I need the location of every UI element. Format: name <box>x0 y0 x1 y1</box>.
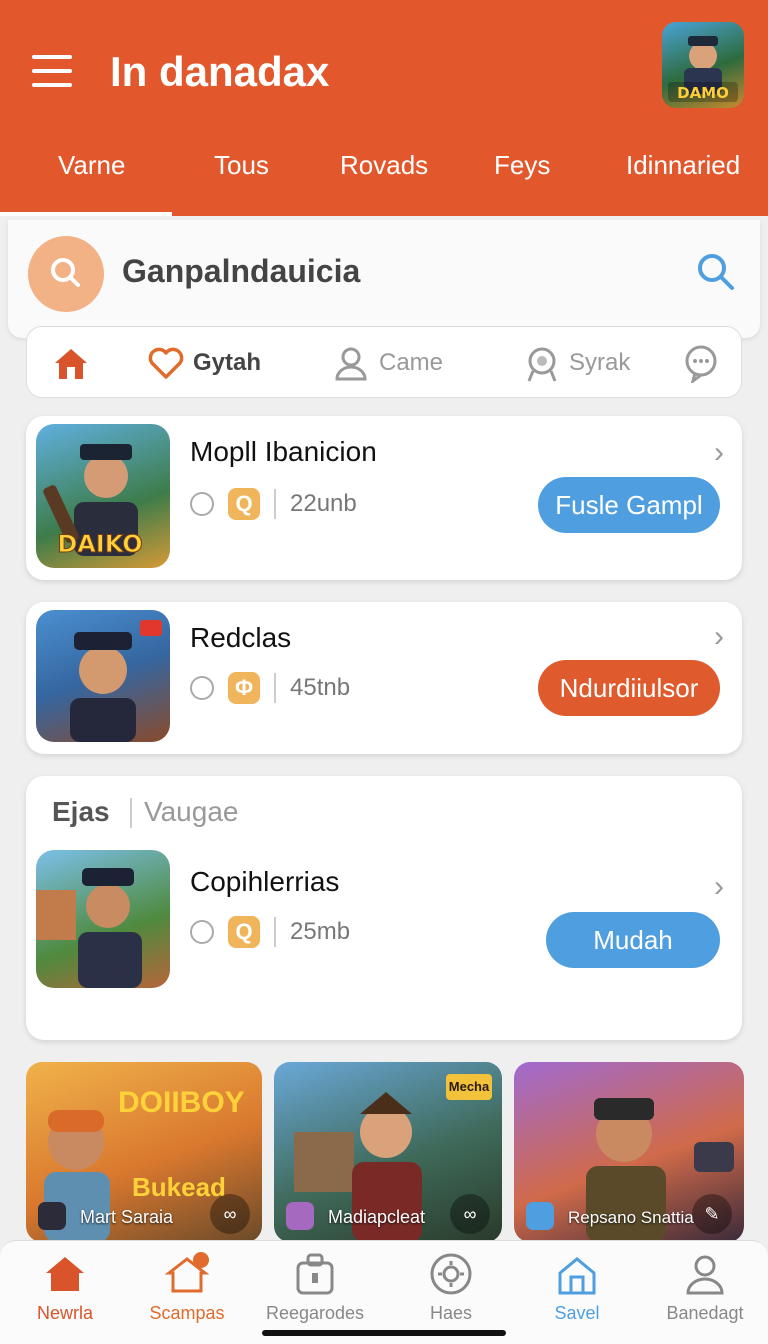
nav-haes[interactable]: Haes <box>386 1251 516 1324</box>
link-icon[interactable]: ∞ <box>450 1194 490 1234</box>
menu-icon[interactable] <box>32 55 72 87</box>
save-icon <box>554 1251 600 1297</box>
gear-icon <box>428 1251 474 1297</box>
app-badge-icon: Φ <box>228 672 260 704</box>
promo-logo: DOIIBOY <box>118 1086 245 1119</box>
app-size: 45tnb <box>290 674 351 701</box>
promo-avatar-icon <box>38 1202 66 1230</box>
promo-logo: Mecha <box>446 1074 492 1100</box>
category-bar: Gytah Came Syrak <box>26 326 742 398</box>
app-meta: Φ 45tnb <box>190 670 350 706</box>
profile-icon <box>682 1251 728 1297</box>
chevron-right-icon[interactable]: › <box>714 870 724 904</box>
app-meta: Q 22unb <box>190 486 357 522</box>
nav-label: Savel <box>554 1303 600 1323</box>
category-home[interactable] <box>51 343 99 383</box>
app-thumbnail: DAIKO <box>36 424 170 568</box>
home-icon <box>55 349 87 379</box>
nav-label: Newrla <box>36 1303 93 1323</box>
app-size: 22unb <box>290 490 357 517</box>
category-came[interactable]: Came <box>331 343 443 383</box>
promo-label: Mart Saraia <box>80 1207 174 1227</box>
app-size: 25mb <box>290 918 351 945</box>
app-meta: Q 25mb <box>190 914 350 950</box>
section-card: Ejas Vaugae Copihlerrias Q 25mb › Mudah <box>26 776 742 1040</box>
chat-icon <box>685 345 717 383</box>
nav-label: Scampas <box>149 1303 225 1323</box>
tab-rovads[interactable]: Rovads <box>340 150 428 181</box>
open-button[interactable]: Mudah <box>546 912 720 968</box>
home-icon <box>42 1251 88 1297</box>
app-thumbnail <box>36 610 170 742</box>
section-subtitle[interactable]: Vaugae <box>144 796 238 828</box>
category-syrak[interactable]: Syrak <box>523 343 630 383</box>
category-chat[interactable] <box>681 343 729 383</box>
chevron-right-icon[interactable]: › <box>714 620 724 654</box>
bottom-nav: Newrla Scampas Reegarodes Haes Savel Ban… <box>0 1240 768 1344</box>
user-icon <box>335 347 367 381</box>
promo-label: Repsano Snattia <box>568 1208 694 1227</box>
avatar-logo: DAMO <box>677 84 729 102</box>
promo-logo-sub: Bukead <box>132 1172 226 1202</box>
badge-icon <box>527 347 557 382</box>
app-card[interactable]: Redclas Φ 45tnb › Ndurdiiulsor <box>26 602 742 754</box>
heart-icon <box>148 347 184 379</box>
nav-label: Reegarodes <box>265 1303 365 1323</box>
edit-icon[interactable]: ✎ <box>692 1194 732 1234</box>
search-icon[interactable] <box>694 250 738 294</box>
category-label: Gytah <box>193 349 262 376</box>
tab-varne[interactable]: Varne <box>58 150 125 181</box>
update-button[interactable]: Ndurdiiulsor <box>538 660 720 716</box>
heart-badge-icon <box>526 1202 554 1230</box>
tab-bar: Varne Tous Rovads Feys Idinnaried <box>0 150 768 216</box>
radio-icon[interactable] <box>190 676 214 700</box>
chevron-right-icon[interactable]: › <box>714 436 724 470</box>
divider <box>274 489 276 519</box>
home-indicator[interactable] <box>262 1330 506 1336</box>
app-logo: DAIKO <box>57 530 142 558</box>
tab-feys[interactable]: Feys <box>494 150 550 181</box>
divider <box>274 917 276 947</box>
tab-tous[interactable]: Tous <box>214 150 269 181</box>
app-name: Mopll Ibanicion <box>190 436 377 467</box>
bag-icon <box>292 1251 338 1297</box>
game-avatar[interactable]: DAMO <box>662 22 744 108</box>
app-card[interactable]: DAIKO Mopll Ibanicion Q 22unb › Fusle Ga… <box>26 416 742 580</box>
app-name: Redclas <box>190 622 292 653</box>
house-outline-icon <box>164 1251 210 1297</box>
nav-scampas[interactable]: Scampas <box>122 1251 252 1324</box>
search-bar[interactable]: Ganpalndauicia <box>8 220 760 338</box>
category-label: Came <box>379 349 444 376</box>
app-badge-icon: Q <box>228 488 260 520</box>
radio-icon[interactable] <box>190 492 214 516</box>
radio-icon[interactable] <box>190 920 214 944</box>
nav-reegarodes[interactable]: Reegarodes <box>250 1251 380 1324</box>
category-label: Syrak <box>569 349 631 376</box>
promo-card[interactable]: DOIIBOY Bukead Mart Saraia ∞ <box>26 1062 262 1242</box>
promo-card[interactable]: Repsano Snattia ✎ <box>514 1062 744 1242</box>
divider <box>130 798 132 828</box>
section-title: Ejas <box>52 796 110 827</box>
app-thumbnail <box>36 850 170 988</box>
active-tab-indicator <box>0 212 172 216</box>
app-name: Copihlerrias <box>190 866 340 897</box>
category-gytah[interactable]: Gytah <box>147 343 261 383</box>
nav-banedagt[interactable]: Banedagt <box>640 1251 768 1324</box>
app-badge-icon: Q <box>228 916 260 948</box>
app-title: In danadax <box>110 48 330 95</box>
promo-label: Madiapcleat <box>328 1207 426 1227</box>
nav-savel[interactable]: Savel <box>512 1251 642 1324</box>
nav-newrla[interactable]: Newrla <box>0 1251 130 1324</box>
install-button[interactable]: Fusle Gampl <box>538 477 720 533</box>
link-icon[interactable]: ∞ <box>210 1194 250 1234</box>
promo-card[interactable]: Mecha Madiapcleat ∞ <box>274 1062 502 1242</box>
search-avatar-icon <box>28 236 104 312</box>
search-input[interactable]: Ganpalndauicia <box>122 253 360 290</box>
promo-avatar-icon <box>286 1202 314 1230</box>
tab-idinnaried[interactable]: Idinnaried <box>626 150 740 181</box>
nav-label: Banedagt <box>666 1303 744 1323</box>
divider <box>274 673 276 703</box>
nav-label: Haes <box>429 1303 473 1323</box>
